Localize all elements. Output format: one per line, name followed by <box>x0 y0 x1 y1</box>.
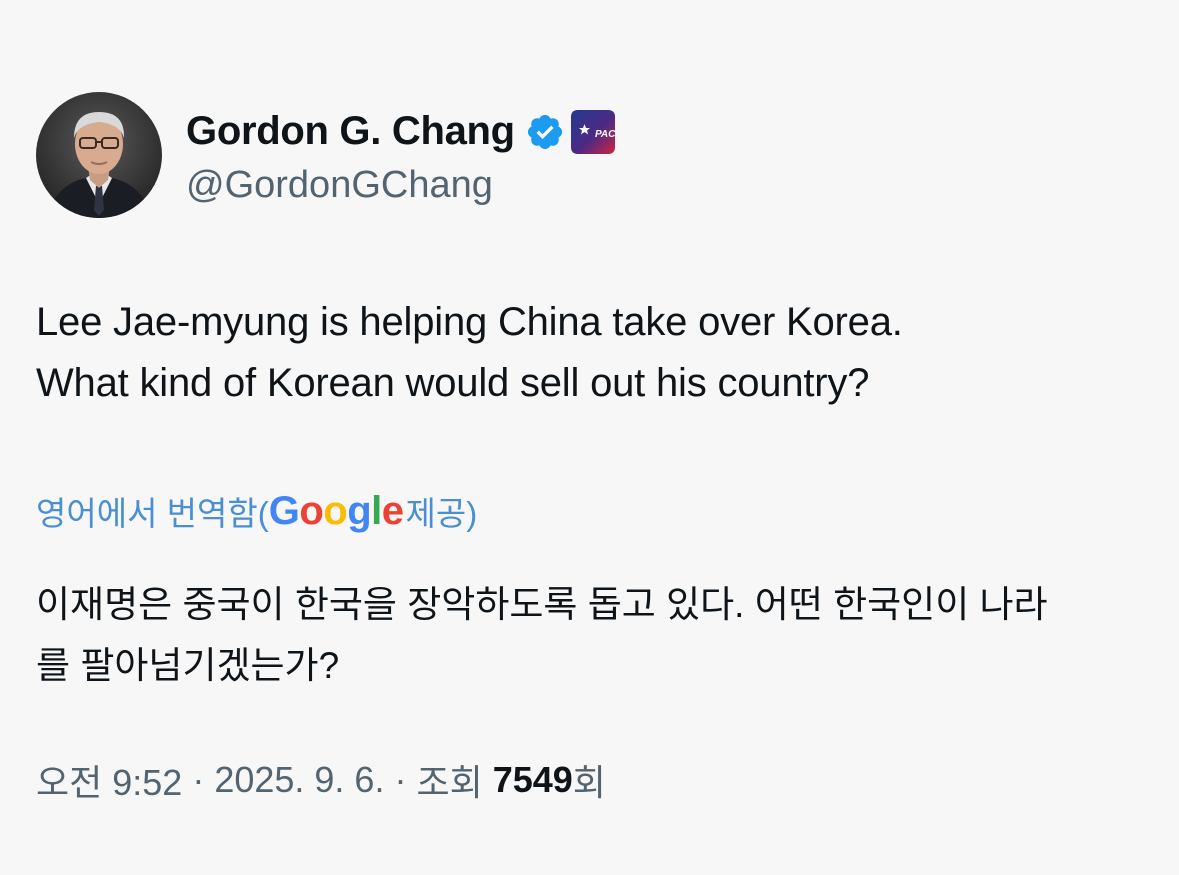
google-letter: o <box>299 488 324 533</box>
tweet-time[interactable]: 오전 9:52 <box>36 754 182 806</box>
author-handle[interactable]: @GordonGChang <box>186 164 615 207</box>
avatar-photo <box>36 92 162 218</box>
author-names: Gordon G. Chang PAC @GordonGChang <box>186 104 615 207</box>
verified-badge-icon[interactable] <box>525 112 565 152</box>
views-suffix: 회 <box>572 762 606 803</box>
meta-separator: · <box>384 759 417 800</box>
translation-label-suffix: 제공) <box>405 495 478 532</box>
google-logo: Google <box>269 489 404 534</box>
svg-text:PAC: PAC <box>595 129 615 140</box>
cpac-affiliate-badge-icon[interactable]: PAC <box>570 109 615 154</box>
google-letter: G <box>268 488 300 533</box>
google-letter: g <box>347 488 372 533</box>
meta-separator: · <box>182 759 215 800</box>
name-row: Gordon G. Chang PAC <box>186 104 615 160</box>
display-name[interactable]: Gordon G. Chang <box>186 109 515 154</box>
translation-label-prefix: 영어에서 번역함( <box>36 495 269 532</box>
translated-text-line-2: 를 팔아넘기겠는가? <box>36 645 340 686</box>
avatar[interactable] <box>36 92 162 218</box>
views-label: 조회 <box>416 762 493 803</box>
translated-text-line-1: 이재명은 중국이 한국을 장악하도록 돕고 있다. 어떤 한국인이 나라 <box>36 584 1048 625</box>
translated-text: 이재명은 중국이 한국을 장악하도록 돕고 있다. 어떤 한국인이 나라 를 팔… <box>36 574 1156 696</box>
tweet-header: Gordon G. Chang PAC @GordonGChang <box>36 90 615 220</box>
tweet-card: Gordon G. Chang PAC @GordonGChang Lee Ja… <box>0 0 1179 875</box>
tweet-text: Lee Jae-myung is helping China take over… <box>36 292 1146 414</box>
translation-attribution[interactable]: 영어에서 번역함( Google 제공) <box>36 486 477 536</box>
tweet-meta: 오전 9:52 · 2025. 9. 6. · 조회 7549 회 <box>36 752 606 808</box>
google-letter: o <box>323 488 348 533</box>
tweet-text-line-1: Lee Jae-myung is helping China take over… <box>36 300 903 344</box>
tweet-text-line-2: What kind of Korean would sell out his c… <box>36 361 870 405</box>
views-count[interactable]: 7549 <box>493 759 573 801</box>
google-letter: e <box>381 488 404 533</box>
tweet-date[interactable]: 2025. 9. 6. <box>214 759 384 801</box>
google-letter: l <box>371 488 382 533</box>
